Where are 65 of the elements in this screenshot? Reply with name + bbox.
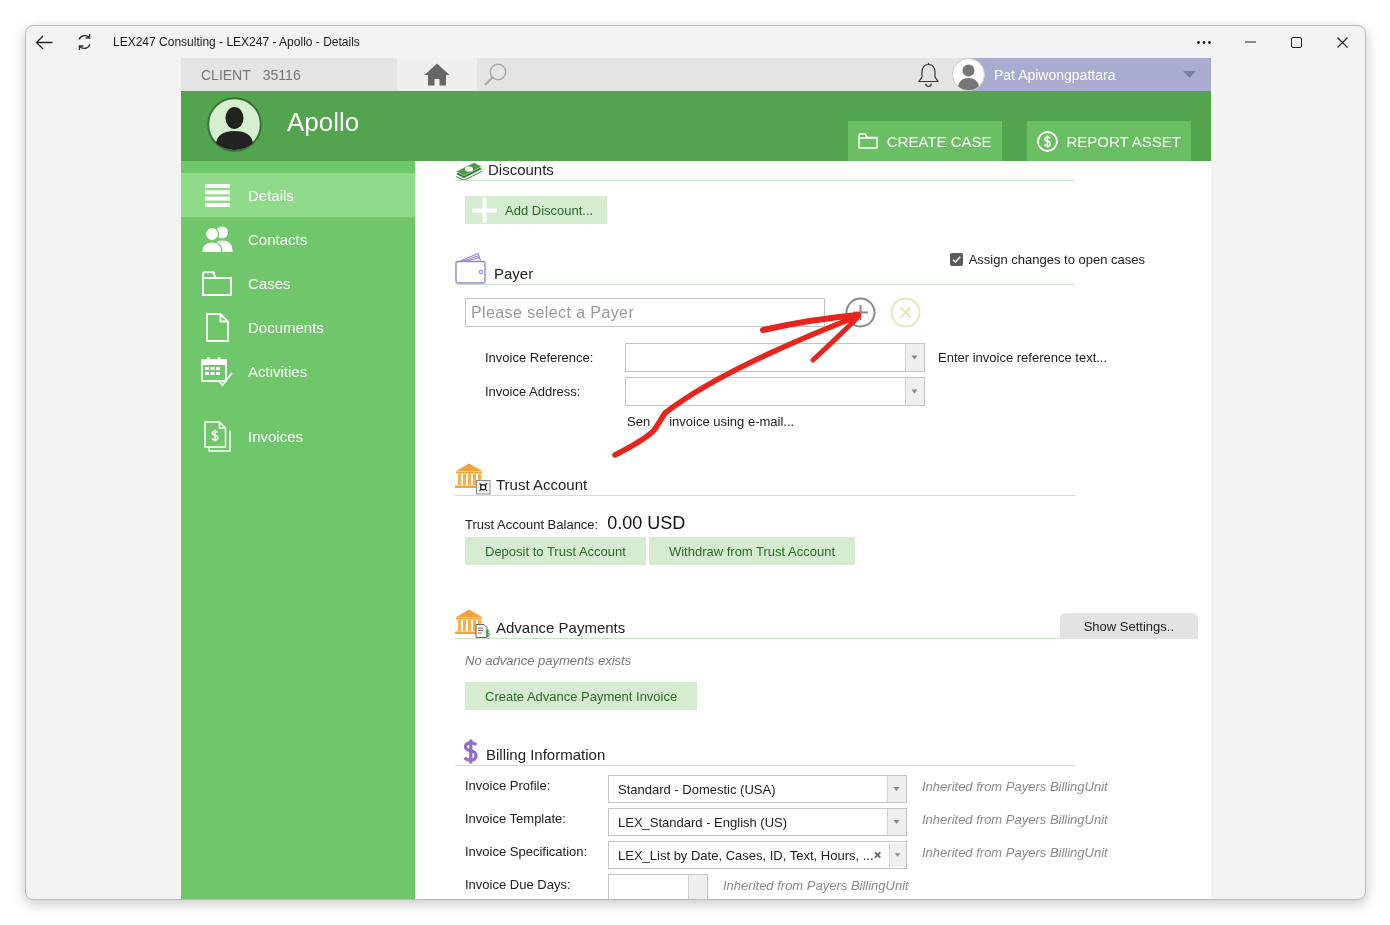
hint-text: Inherited from Payers BillingUnit <box>922 844 1108 861</box>
section-title: Trust Account <box>496 476 588 495</box>
caret-icon <box>1183 71 1196 78</box>
balance-value: 0.00 USD <box>607 513 686 534</box>
home-icon <box>424 63 450 86</box>
dropdown-field[interactable]: LEX_Standard - English (US) <box>608 808 907 836</box>
bank-icon <box>455 462 491 495</box>
field-label: Invoice Template: <box>465 810 567 827</box>
section-title: Advance Payments <box>496 619 626 638</box>
number-field[interactable] <box>608 874 708 899</box>
document-icon <box>205 312 229 342</box>
wallet-icon <box>455 252 489 284</box>
dollar-icon <box>462 738 479 765</box>
more-icon[interactable] <box>1197 40 1211 44</box>
create-invoice-button[interactable]: Create Advance Payment Invoice <box>465 682 698 710</box>
checkbox[interactable] <box>949 253 963 266</box>
calendar-check-icon <box>201 355 233 387</box>
field-label: Invoice Due Days: <box>465 876 572 893</box>
folder-icon <box>857 133 878 149</box>
section-title: Discounts <box>488 161 554 180</box>
hint-text: Inherited from Payers BillingUnit <box>922 811 1108 828</box>
field-label: Invoice Reference: <box>485 350 595 365</box>
minimize-icon[interactable] <box>1244 41 1256 43</box>
dropdown-field[interactable]: Standard - Domestic (USA) <box>608 775 907 803</box>
dollar-circle-icon <box>1036 130 1058 152</box>
hint-text: Enter invoice reference text... <box>938 350 1108 365</box>
empty-message: No advance payments exists <box>465 653 632 668</box>
refresh-icon[interactable] <box>76 33 93 51</box>
window-title: LEX247 Consulting - LEX247 - Apollo - Details <box>113 35 360 49</box>
balance-label: Trust Account Balance: <box>465 517 599 532</box>
send-email-link[interactable]: Sen <box>627 414 651 429</box>
section-title: Payer <box>494 265 534 284</box>
bank-icon <box>455 608 491 638</box>
hint-text: Inherited from Payers BillingUnit <box>723 877 909 894</box>
section-title: Billing Information <box>486 746 606 765</box>
add-discount-button[interactable]: Add Discount... <box>465 196 608 224</box>
people-icon <box>201 225 233 253</box>
list-icon <box>204 183 230 207</box>
dropdown-field[interactable] <box>625 377 925 406</box>
client-number: 35116 <box>262 66 301 83</box>
field-label: Invoice Profile: <box>465 777 552 794</box>
avatar-icon <box>207 97 262 152</box>
checkbox-label: Assign changes to open cases <box>968 252 1145 267</box>
home-button[interactable] <box>397 58 477 91</box>
maximize-icon[interactable] <box>1290 36 1302 48</box>
field-label: Invoice Specification: <box>465 843 589 860</box>
hint-text: Inherited from Payers BillingUnit <box>922 778 1108 795</box>
bell-icon[interactable] <box>917 62 940 87</box>
invoice-icon <box>203 420 231 452</box>
client-title: Apollo <box>287 107 360 137</box>
add-circle-icon[interactable] <box>845 297 876 328</box>
back-icon[interactable] <box>35 34 53 50</box>
show-settings-button[interactable]: Show Settings.. <box>1059 613 1198 639</box>
deposit-button[interactable]: Deposit to Trust Account <box>465 537 646 565</box>
send-email-link[interactable]: invoice using e-mail... <box>669 414 795 429</box>
clear-icon[interactable] <box>873 851 881 859</box>
client-label: CLIENT <box>201 66 251 83</box>
plus-icon <box>472 197 497 223</box>
folder-icon <box>202 270 232 296</box>
payer-select-field[interactable]: Please select a Payer <box>465 298 825 327</box>
close-icon[interactable] <box>1336 36 1348 48</box>
dropdown-field[interactable] <box>625 343 925 372</box>
withdraw-button[interactable]: Withdraw from Trust Account <box>648 537 856 565</box>
dropdown-field[interactable]: LEX_List by Date, Cases, ID, Text, Hours, ... <box>608 841 907 869</box>
field-label: Invoice Address: <box>485 384 582 399</box>
